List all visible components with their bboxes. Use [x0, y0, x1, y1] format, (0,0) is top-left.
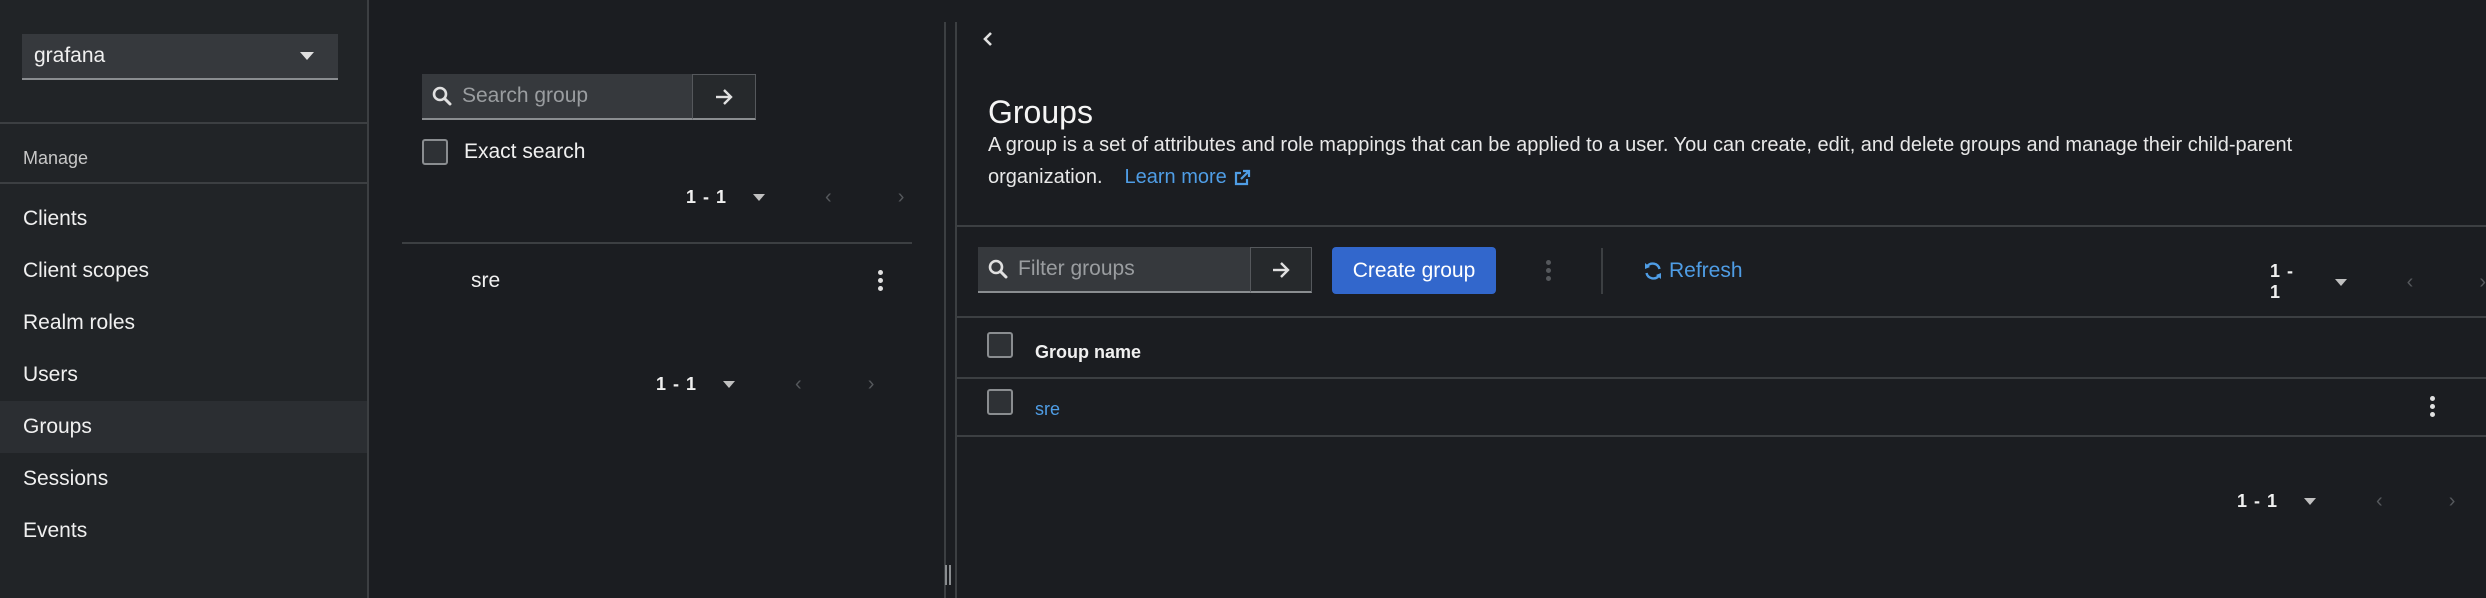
nav-section-label: Manage — [23, 148, 89, 168]
nav-item-groups[interactable]: Groups — [0, 401, 367, 453]
search-icon — [978, 259, 1018, 279]
caret-down-icon[interactable] — [2304, 498, 2317, 505]
tree-pagination-top: 1 - 1 ‹ › — [686, 186, 904, 209]
filter-groups-input[interactable]: Filter groups — [978, 247, 1250, 293]
realm-selector-value: grafana — [34, 44, 106, 67]
toolbar-separator — [1601, 248, 1603, 294]
caret-down-icon — [300, 52, 314, 60]
page-description-line2: organization. Learn more — [988, 166, 1251, 189]
nav-item-realm-roles[interactable]: Realm roles — [0, 297, 367, 349]
collapse-panel-button[interactable] — [982, 30, 994, 53]
chevron-right-icon[interactable]: › — [2449, 490, 2456, 513]
caret-down-icon[interactable] — [753, 194, 766, 201]
tree-search-input[interactable]: Search group — [422, 74, 692, 120]
table-row: sre — [957, 379, 2486, 436]
column-header-group-name[interactable]: Group name — [1035, 342, 1141, 363]
refresh-icon — [1645, 262, 1661, 280]
tree-item-sre[interactable]: sre — [471, 269, 500, 293]
pagination-range: 1 - 1 — [2237, 491, 2279, 511]
tree-search-placeholder: Search group — [462, 84, 589, 107]
filter-submit-button[interactable] — [1250, 247, 1312, 293]
tree-pagination-bottom: 1 - 1 ‹ › — [656, 373, 874, 396]
refresh-button[interactable]: Refresh — [1643, 259, 1743, 283]
nav-item-sessions[interactable]: Sessions — [0, 453, 367, 505]
pagination-top: 1 - 1 ‹ › — [2270, 261, 2486, 303]
page-description: A group is a set of attributes and role … — [988, 134, 2293, 156]
page-title: Groups — [988, 94, 1093, 130]
arrow-right-icon — [716, 88, 733, 105]
pagination-bottom: 1 - 1 ‹ › — [2237, 490, 2455, 513]
toolbar-divider — [957, 316, 2486, 318]
chevron-right-icon[interactable]: › — [2479, 271, 2486, 294]
tree-divider — [402, 242, 912, 244]
pagination-range: 1 - 1 — [656, 374, 698, 394]
chevron-right-icon[interactable]: › — [868, 373, 875, 396]
refresh-label: Refresh — [1669, 259, 1743, 282]
chevron-left-icon[interactable]: ‹ — [825, 186, 832, 209]
sidebar-divider — [0, 182, 367, 184]
row-select-checkbox[interactable] — [987, 389, 1013, 415]
resize-handle[interactable] — [945, 565, 951, 585]
filter-groups-placeholder: Filter groups — [1018, 257, 1135, 280]
nav-item-users[interactable]: Users — [0, 349, 367, 401]
pagination-range: 1 - 1 — [686, 187, 728, 207]
toolbar-kebab-icon[interactable] — [1546, 260, 1551, 281]
nav-item-clients[interactable]: Clients — [0, 193, 367, 245]
learn-more-label: Learn more — [1124, 166, 1227, 188]
chevron-left-icon[interactable]: ‹ — [2407, 271, 2414, 294]
sidebar-divider — [0, 122, 367, 124]
select-all-checkbox[interactable] — [987, 332, 1013, 358]
sidebar: grafana Manage Clients Client scopes Rea… — [0, 0, 369, 598]
chevron-left-icon — [983, 32, 992, 46]
header-divider — [957, 225, 2486, 227]
external-link-icon — [1234, 169, 1250, 185]
row-kebab-icon[interactable] — [2430, 396, 2435, 417]
tree-item-kebab-icon[interactable] — [878, 270, 883, 291]
caret-down-icon[interactable] — [2334, 278, 2347, 286]
create-group-button[interactable]: Create group — [1332, 247, 1496, 294]
nav-item-events[interactable]: Events — [0, 505, 367, 557]
search-icon — [422, 86, 462, 106]
tree-search-submit-button[interactable] — [692, 74, 756, 120]
realm-selector[interactable]: grafana — [22, 34, 338, 80]
pagination-range: 1 - 1 — [2270, 261, 2295, 302]
page-description-text: organization. — [988, 166, 1103, 188]
chevron-left-icon[interactable]: ‹ — [2376, 490, 2383, 513]
panel-divider — [944, 22, 946, 598]
arrow-right-icon — [1273, 261, 1290, 278]
chevron-right-icon[interactable]: › — [898, 186, 905, 209]
exact-search-label: Exact search — [464, 140, 586, 163]
table-row-divider — [957, 435, 2486, 437]
panel-divider — [955, 22, 957, 598]
exact-search-checkbox[interactable] — [422, 139, 448, 165]
caret-down-icon[interactable] — [723, 381, 736, 388]
nav-item-client-scopes[interactable]: Client scopes — [0, 245, 367, 297]
group-name-link[interactable]: sre — [1035, 399, 1060, 420]
chevron-left-icon[interactable]: ‹ — [795, 373, 802, 396]
learn-more-link[interactable]: Learn more — [1125, 166, 1251, 189]
